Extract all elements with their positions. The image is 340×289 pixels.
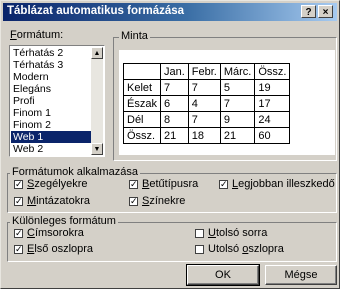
option-checkbox[interactable]: Színekre (129, 195, 185, 207)
format-list-item[interactable]: Térhatás 3 (11, 59, 92, 71)
checkbox-box[interactable] (195, 244, 204, 254)
preview-cell: 7 (219, 95, 256, 112)
preview-legend: Minta (119, 30, 150, 42)
format-list-item[interactable]: Profi (11, 95, 92, 107)
checkbox-label-part: tolsó sorra (215, 227, 268, 239)
checkbox-label: Mintázatokra (27, 195, 90, 207)
preview-cell: 18 (187, 127, 221, 144)
preview-cell: Febr. (187, 63, 221, 80)
window-title: Táblázat automatikus formázása (7, 5, 185, 17)
checkbox-label: Betűtípusra (142, 178, 198, 190)
preview-cell: 21 (219, 127, 256, 144)
preview-cell (123, 63, 161, 80)
format-list-label: Formátum: (10, 29, 64, 41)
checkbox-box[interactable] (129, 179, 138, 189)
preview-cell: Márc. (219, 63, 256, 80)
checkbox-label-part: egjobban illeszkedő (238, 178, 335, 190)
checkbox-label: Színekre (142, 195, 185, 207)
checkbox-box[interactable] (14, 228, 23, 238)
checkbox-box[interactable] (219, 179, 228, 189)
option-checkbox[interactable]: Utolsó oszlopra (195, 243, 284, 255)
preview-cell: 7 (187, 111, 221, 128)
scroll-down-button[interactable]: ▼ (91, 143, 103, 155)
checkbox-label-part: intázatokra (36, 195, 90, 207)
format-list-item[interactable]: Elegáns (11, 83, 92, 95)
checkbox-label-part: etűtípusra (149, 178, 199, 190)
format-list-item[interactable]: Web 1 (11, 131, 92, 143)
preview-table: Jan. Febr. Márc. Össz. Kelet 7 7 5 19 Észak 6 4 7 17 D… (123, 63, 291, 144)
preview-row: Dél 8 7 9 24 (123, 111, 291, 128)
checkbox-label: Utolsó sorra (208, 227, 267, 239)
checkbox-box[interactable] (14, 196, 23, 206)
preview-row: Jan. Febr. Márc. Össz. (123, 63, 291, 80)
checkbox-label-part: ímsorokra (34, 227, 84, 239)
preview-cell: 9 (219, 111, 256, 128)
special-formats-legend: Különleges formátum (10, 215, 118, 227)
preview-cell: 21 (159, 127, 189, 144)
format-list-item[interactable]: Modern (11, 71, 92, 83)
option-checkbox[interactable]: Betűtípusra (129, 178, 198, 190)
checkbox-label-part: szlopra (248, 243, 284, 255)
checkbox-label: Utolsó oszlopra (208, 243, 284, 255)
preview-cell: Dél (123, 111, 161, 128)
preview-cell: 7 (187, 79, 221, 96)
format-list-item[interactable]: Térhatás 2 (11, 47, 92, 59)
preview-area: Jan. Febr. Márc. Össz. Kelet 7 7 5 19 Észak 6 4 7 17 D… (119, 50, 335, 155)
scroll-up-button[interactable]: ▲ (91, 47, 103, 59)
checkbox-box[interactable] (195, 228, 204, 238)
checkbox-label-part: Utolsó (208, 243, 243, 255)
option-checkbox[interactable]: Legjobban illeszkedő (219, 178, 335, 190)
cancel-button[interactable]: Mégse (265, 265, 337, 285)
checkbox-label: Címsorokra (27, 227, 84, 239)
ok-button[interactable]: OK (186, 264, 260, 286)
format-list-item[interactable]: Finom 1 (11, 107, 92, 119)
preview-row: Kelet 7 7 5 19 (123, 79, 291, 96)
preview-cell: 6 (159, 95, 189, 112)
checkbox-label-part: U (208, 227, 216, 239)
format-list-item[interactable]: Web 2 (11, 143, 92, 155)
format-list-items: Térhatás 2 Térhatás 3 Modern Elegáns Profi Fi… (11, 47, 92, 156)
format-list-item[interactable]: Finom 2 (11, 119, 92, 131)
close-button[interactable]: × (318, 5, 333, 18)
checkbox-label-part: M (27, 195, 37, 207)
preview-row: Észak 6 4 7 17 (123, 95, 291, 112)
checkbox-label-part: C (27, 227, 35, 239)
option-checkbox[interactable]: Mintázatokra (14, 195, 90, 207)
preview-cell: 8 (159, 111, 189, 128)
preview-cell: Jan. (159, 63, 189, 80)
option-checkbox[interactable]: Első oszlopra (14, 243, 93, 255)
preview-cell: Össz. (123, 127, 161, 144)
preview-row: Össz. 21 18 21 60 (123, 127, 291, 144)
preview-cell: 7 (159, 79, 189, 96)
format-list-scrollbar[interactable]: ▲ ▼ (91, 47, 103, 155)
checkbox-box[interactable] (14, 179, 23, 189)
option-checkbox[interactable]: Szegélyekre (14, 178, 88, 190)
preview-cell: 60 (254, 127, 291, 144)
format-listbox[interactable]: Térhatás 2 Térhatás 3 Modern Elegáns Profi Fi… (9, 45, 105, 157)
preview-cell: 17 (254, 95, 291, 112)
title-bar[interactable]: Táblázat automatikus formázása ? × (3, 3, 337, 21)
preview-cell: 5 (219, 79, 256, 96)
preview-cell: Össz. (254, 63, 291, 80)
checkbox-label: Legjobban illeszkedő (232, 178, 335, 190)
help-button[interactable]: ? (301, 5, 316, 18)
apply-formats-legend: Formátumok alkalmazása (10, 166, 140, 178)
preview-cell: 19 (254, 79, 291, 96)
autoformat-dialog: Táblázat automatikus formázása ? × Formá… (0, 0, 340, 289)
checkbox-box[interactable] (14, 244, 23, 254)
option-checkbox[interactable]: Utolsó sorra (195, 227, 267, 239)
checkbox-label-part: zegélyekre (34, 178, 88, 190)
checkbox-label: Szegélyekre (27, 178, 88, 190)
preview-cell: Kelet (123, 79, 161, 96)
option-checkbox[interactable]: Címsorokra (14, 227, 84, 239)
preview-cell: 4 (187, 95, 221, 112)
format-list-item[interactable]: Web 3 (11, 155, 92, 156)
checkbox-label: Első oszlopra (27, 243, 93, 255)
preview-cell: Észak (123, 95, 161, 112)
checkbox-label-part: zínekre (149, 195, 186, 207)
preview-cell: 24 (254, 111, 291, 128)
checkbox-label-part: lső oszlopra (34, 243, 94, 255)
checkbox-box[interactable] (129, 196, 138, 206)
